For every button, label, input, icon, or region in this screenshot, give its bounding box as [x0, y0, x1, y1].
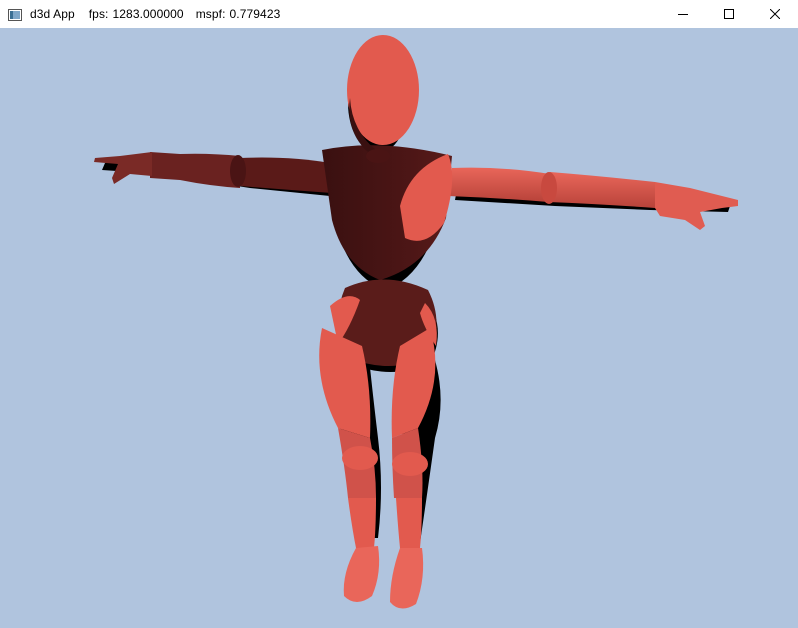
maximize-button[interactable] [706, 0, 752, 28]
scene-canvas [0, 28, 798, 628]
mspf-value: 0.779423 [229, 7, 281, 21]
app-window: d3d App fps: 1283.000000 mspf: 0.779423 [0, 0, 798, 628]
fps-label: fps: [88, 7, 109, 21]
minimize-icon [678, 14, 688, 15]
maximize-icon [724, 9, 734, 19]
close-icon [770, 9, 780, 19]
window-controls [660, 0, 798, 28]
mspf-label: mspf: [195, 7, 226, 21]
app-icon [8, 8, 22, 21]
minimize-button[interactable] [660, 0, 706, 28]
render-viewport[interactable] [0, 28, 798, 628]
title-bar[interactable]: d3d App fps: 1283.000000 mspf: 0.779423 [0, 0, 798, 28]
close-button[interactable] [752, 0, 798, 28]
window-title: d3d App [30, 7, 75, 21]
fps-value: 1283.000000 [112, 7, 184, 21]
